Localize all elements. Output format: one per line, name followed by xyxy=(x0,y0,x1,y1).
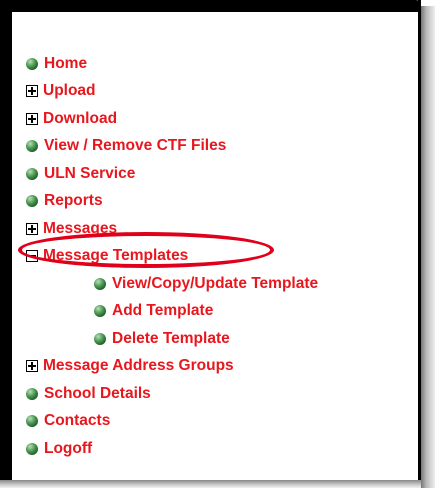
expand-plus-icon[interactable] xyxy=(26,85,38,98)
navigation-menu: Home Upload Download View / Remove CTF F… xyxy=(26,50,318,463)
panel-shadow-right xyxy=(421,6,435,488)
expand-plus-icon[interactable] xyxy=(26,360,38,373)
menu-item-uln-service[interactable]: ULN Service xyxy=(26,160,318,188)
expand-plus-icon[interactable] xyxy=(26,222,38,235)
menu-link-messages[interactable]: Messages xyxy=(43,220,117,238)
screenshot-frame: Home Upload Download View / Remove CTF F… xyxy=(0,0,435,488)
submenu-item-add-template[interactable]: Add Template xyxy=(26,298,318,326)
panel-border-left xyxy=(0,0,12,488)
bullet-icon xyxy=(26,167,38,180)
menu-link-download[interactable]: Download xyxy=(43,110,117,128)
menu-item-school-details[interactable]: School Details xyxy=(26,380,318,408)
bullet-icon xyxy=(94,277,106,290)
panel-border-top xyxy=(0,0,420,12)
menu-item-contacts[interactable]: Contacts xyxy=(26,408,318,436)
bullet-icon xyxy=(26,140,38,153)
bullet-icon xyxy=(26,57,38,70)
menu-link-view-remove-ctf-files[interactable]: View / Remove CTF Files xyxy=(44,137,226,155)
menu-link-uln-service[interactable]: ULN Service xyxy=(44,165,135,183)
menu-link-upload[interactable]: Upload xyxy=(43,82,96,100)
menu-link-message-address-groups[interactable]: Message Address Groups xyxy=(43,357,234,375)
menu-link-contacts[interactable]: Contacts xyxy=(44,412,110,430)
menu-item-messages[interactable]: Messages xyxy=(26,215,318,243)
menu-item-message-templates[interactable]: Message Templates xyxy=(26,243,318,271)
bullet-icon xyxy=(26,442,38,455)
menu-item-logoff[interactable]: Logoff xyxy=(26,435,318,463)
bullet-icon xyxy=(26,387,38,400)
collapse-minus-icon[interactable] xyxy=(26,250,38,263)
menu-item-upload[interactable]: Upload xyxy=(26,78,318,106)
bullet-icon xyxy=(94,305,106,318)
menu-link-school-details[interactable]: School Details xyxy=(44,385,151,403)
menu-item-message-address-groups[interactable]: Message Address Groups xyxy=(26,353,318,381)
menu-item-download[interactable]: Download xyxy=(26,105,318,133)
bullet-icon xyxy=(26,415,38,428)
menu-link-add-template[interactable]: Add Template xyxy=(112,302,213,320)
bullet-icon xyxy=(26,195,38,208)
menu-item-view-remove-ctf-files[interactable]: View / Remove CTF Files xyxy=(26,133,318,161)
menu-link-delete-template[interactable]: Delete Template xyxy=(112,330,230,348)
menu-link-home[interactable]: Home xyxy=(44,55,87,73)
menu-item-reports[interactable]: Reports xyxy=(26,188,318,216)
submenu-item-delete-template[interactable]: Delete Template xyxy=(26,325,318,353)
expand-plus-icon[interactable] xyxy=(26,112,38,125)
bullet-icon xyxy=(94,332,106,345)
menu-item-home[interactable]: Home xyxy=(26,50,318,78)
menu-link-logoff[interactable]: Logoff xyxy=(44,440,92,458)
menu-link-view-copy-update-template[interactable]: View/Copy/Update Template xyxy=(112,275,318,293)
panel-shadow-bottom xyxy=(0,480,421,488)
menu-link-reports[interactable]: Reports xyxy=(44,192,103,210)
menu-link-message-templates[interactable]: Message Templates xyxy=(43,247,188,265)
submenu-item-view-copy-update-template[interactable]: View/Copy/Update Template xyxy=(26,270,318,298)
